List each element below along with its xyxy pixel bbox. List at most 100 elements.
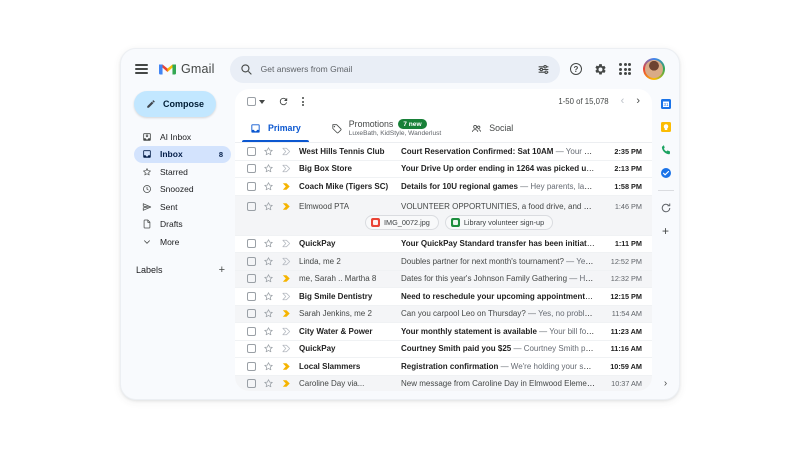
refresh-icon[interactable] xyxy=(278,96,289,107)
search-bar[interactable] xyxy=(230,56,560,83)
email-checkbox[interactable] xyxy=(247,362,256,371)
importance-marker-on-icon[interactable] xyxy=(281,273,292,284)
sidebar-item-sent[interactable]: Sent xyxy=(134,198,231,216)
ai-inbox-icon xyxy=(142,132,152,142)
sidebar-item-drafts[interactable]: Drafts xyxy=(134,216,231,234)
star-icon[interactable] xyxy=(263,163,274,174)
email-subject-snippet: Need to reschedule your upcoming appoint… xyxy=(401,292,595,301)
email-sender: Local Slammers xyxy=(299,362,394,371)
more-options-icon[interactable] xyxy=(302,97,304,106)
addon-refresh-icon[interactable] xyxy=(660,202,672,214)
attachment-chip[interactable]: IMG_0072.jpg xyxy=(365,215,439,230)
email-row[interactable]: QuickPayYour QuickPay Standard transfer … xyxy=(235,236,652,254)
star-icon[interactable] xyxy=(263,343,274,354)
compose-button[interactable]: Compose xyxy=(134,91,216,117)
email-row[interactable]: City Water & PowerYour monthly statement… xyxy=(235,323,652,341)
email-row[interactable]: West Hills Tennis ClubCourt Reservation … xyxy=(235,143,652,161)
email-checkbox[interactable] xyxy=(247,239,256,248)
email-row[interactable]: Coach Mike (Tigers SC)Details for 10U re… xyxy=(235,178,652,196)
sidebar-item-snoozed[interactable]: Snoozed xyxy=(134,181,231,199)
email-checkbox[interactable] xyxy=(247,292,256,301)
star-icon[interactable] xyxy=(263,146,274,157)
star-icon[interactable] xyxy=(263,326,274,337)
attachment-label: Library volunteer sign-up xyxy=(464,218,544,227)
sidebar-item-inbox[interactable]: Inbox8 xyxy=(134,146,231,164)
importance-marker-icon[interactable] xyxy=(281,256,292,267)
email-checkbox[interactable] xyxy=(247,202,256,211)
star-icon[interactable] xyxy=(263,256,274,267)
importance-marker-icon[interactable] xyxy=(281,343,292,354)
email-row[interactable]: Sarah Jenkins, me 2Can you carpool Leo o… xyxy=(235,306,652,324)
tab-primary[interactable]: Primary xyxy=(235,114,316,142)
email-row[interactable]: Linda, me 2Doubles partner for next mont… xyxy=(235,253,652,271)
email-row[interactable]: me, Sarah .. Martha 8Dates for this year… xyxy=(235,271,652,289)
importance-marker-icon[interactable] xyxy=(281,238,292,249)
importance-marker-on-icon[interactable] xyxy=(281,181,292,192)
importance-marker-on-icon[interactable] xyxy=(281,201,292,212)
attachment-chip[interactable]: Library volunteer sign-up xyxy=(445,215,553,230)
sidebar-item-ai-inbox[interactable]: AI Inbox xyxy=(134,128,231,146)
select-dropdown-icon[interactable] xyxy=(259,100,265,104)
collapse-side-panel-icon[interactable]: › xyxy=(664,378,667,389)
email-checkbox[interactable] xyxy=(247,147,256,156)
importance-marker-on-icon[interactable] xyxy=(281,308,292,319)
star-icon[interactable] xyxy=(263,308,274,319)
tasks-icon[interactable] xyxy=(660,167,672,179)
get-addons-icon[interactable]: + xyxy=(662,225,669,237)
importance-marker-icon[interactable] xyxy=(281,326,292,337)
importance-marker-on-icon[interactable] xyxy=(281,378,292,389)
tab-social[interactable]: Social xyxy=(456,114,528,142)
email-checkbox[interactable] xyxy=(247,344,256,353)
email-row[interactable]: Caroline Day via...New message from Caro… xyxy=(235,376,652,392)
account-avatar[interactable] xyxy=(643,58,665,80)
search-input[interactable] xyxy=(261,64,529,74)
sidebar-item-more[interactable]: More xyxy=(134,233,231,251)
email-row[interactable]: Local SlammersRegistration confirmation … xyxy=(235,358,652,376)
star-icon[interactable] xyxy=(263,378,274,389)
importance-marker-on-icon[interactable] xyxy=(281,361,292,372)
importance-marker-icon[interactable] xyxy=(281,291,292,302)
star-icon[interactable] xyxy=(263,273,274,284)
tab-subtitle: LuxeBath, KidStyle, Wanderlust xyxy=(349,130,441,137)
help-icon[interactable]: ? xyxy=(570,63,582,75)
email-row[interactable]: QuickPayCourtney Smith paid you $25 — Co… xyxy=(235,341,652,359)
sidebar-item-starred[interactable]: Starred xyxy=(134,163,231,181)
calendar-icon[interactable]: 31 xyxy=(660,98,672,110)
star-icon[interactable] xyxy=(263,201,274,212)
email-row[interactable]: Elmwood PTAVOLUNTEER OPPORTUNITIES, a fo… xyxy=(235,196,652,236)
newer-page-icon[interactable]: ‹ xyxy=(621,96,625,107)
older-page-icon[interactable]: › xyxy=(636,96,640,107)
email-checkbox[interactable] xyxy=(247,182,256,191)
gmail-window: Gmail ? xyxy=(120,48,680,400)
star-icon[interactable] xyxy=(263,361,274,372)
search-filters-icon[interactable] xyxy=(537,63,550,76)
email-subject: Courtney Smith paid you $25 xyxy=(401,344,511,353)
email-checkbox[interactable] xyxy=(247,274,256,283)
google-apps-icon[interactable] xyxy=(619,63,631,75)
create-label-icon[interactable]: + xyxy=(219,265,225,276)
voice-icon[interactable] xyxy=(660,144,672,156)
email-row[interactable]: Big Box StoreYour Drive Up order ending … xyxy=(235,161,652,179)
star-icon[interactable] xyxy=(263,291,274,302)
star-icon[interactable] xyxy=(263,181,274,192)
sidebar-item-label: Starred xyxy=(160,167,188,177)
email-checkbox[interactable] xyxy=(247,164,256,173)
tab-promotions[interactable]: Promotions7 newLuxeBath, KidStyle, Wande… xyxy=(316,114,456,142)
email-checkbox[interactable] xyxy=(247,257,256,266)
email-checkbox[interactable] xyxy=(247,379,256,388)
email-checkbox[interactable] xyxy=(247,327,256,336)
select-all-checkbox[interactable] xyxy=(247,97,265,106)
main-menu-icon[interactable] xyxy=(135,64,148,74)
sheet-file-icon xyxy=(451,218,460,227)
email-checkbox[interactable] xyxy=(247,309,256,318)
labels-title: Labels xyxy=(136,265,163,275)
keep-icon[interactable] xyxy=(660,121,672,133)
email-row[interactable]: Big Smile Dentistry Need to reschedule yo… xyxy=(235,288,652,306)
star-icon[interactable] xyxy=(263,238,274,249)
email-sender: Big Smile Dentistry xyxy=(299,292,394,301)
importance-marker-icon[interactable] xyxy=(281,146,292,157)
importance-marker-icon[interactable] xyxy=(281,163,292,174)
settings-gear-icon[interactable] xyxy=(594,63,607,76)
email-subject: Doubles partner for next month's tournam… xyxy=(401,257,564,266)
email-subject: Court Reservation Confirmed: Sat 10AM xyxy=(401,147,553,156)
